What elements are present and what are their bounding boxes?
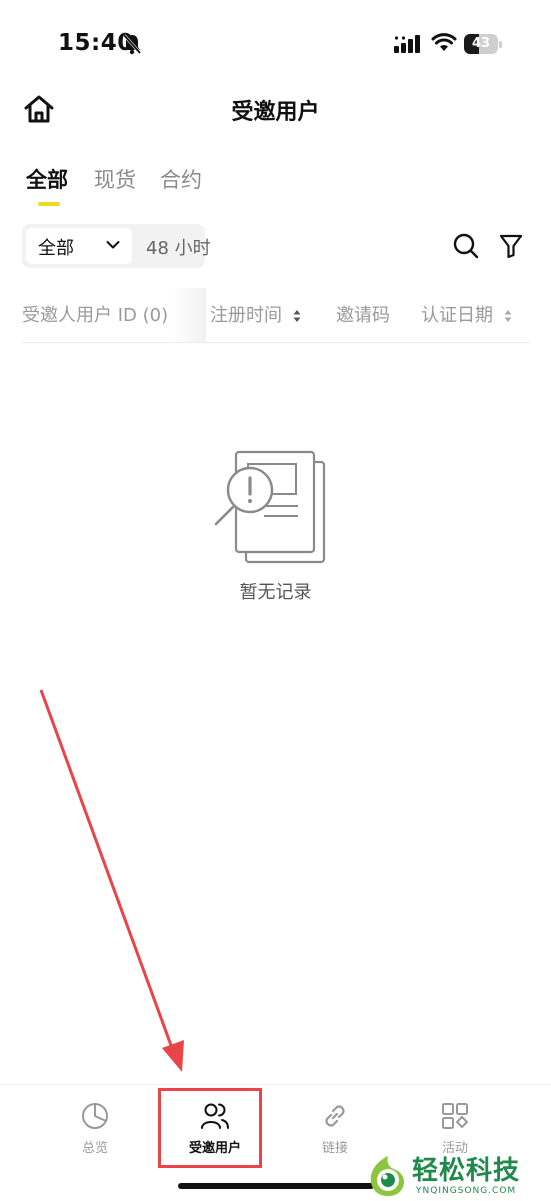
bell-off-icon	[122, 34, 142, 55]
empty-state-text: 暂无记录	[239, 582, 312, 603]
annotation-highlight-box	[158, 1088, 262, 1168]
nav-overview[interactable]: 总览	[50, 1099, 140, 1163]
col-verify-date[interactable]: 认证日期	[421, 301, 512, 327]
tab-all[interactable]: 全部	[26, 164, 68, 206]
scope-select[interactable]: 全部	[26, 228, 132, 264]
col-invitee-id: 受邀人用户 ID (0)	[22, 305, 169, 326]
empty-state: 暂无记录	[0, 430, 551, 610]
apps-icon	[442, 1103, 468, 1129]
table-header: 受邀人用户 ID (0) 注册时间 邀请码 认证日期	[22, 288, 530, 343]
tab-indicator	[38, 202, 60, 206]
tab-spot[interactable]: 现货	[94, 164, 136, 194]
watermark: 轻松科技 YNQINGSONG.COM	[366, 1150, 551, 1200]
tab-label: 合约	[160, 168, 202, 192]
battery-level: 43	[471, 36, 491, 51]
tab-label: 现货	[94, 168, 136, 192]
filter-group: 全部 48 小时	[22, 224, 211, 268]
search-icon[interactable]	[452, 232, 480, 260]
sort-icon	[293, 310, 301, 322]
watermark-logo-icon	[370, 1156, 404, 1196]
watermark-title: 轻松科技	[412, 1156, 521, 1186]
scope-select-value: 全部	[38, 238, 74, 259]
watermark-subtitle: YNQINGSONG.COM	[416, 1186, 517, 1196]
tab-label: 全部	[26, 168, 68, 192]
wifi-icon	[431, 33, 457, 51]
col-invite-code: 邀请码	[336, 305, 390, 326]
status-bar: 15:40 43	[0, 0, 551, 90]
battery-icon: 43	[464, 34, 502, 54]
page-title: 受邀用户	[231, 100, 320, 125]
nav-label: 总览	[81, 1141, 108, 1156]
nav-header: 受邀用户	[0, 82, 551, 138]
sort-icon	[504, 310, 512, 322]
pie-chart-icon	[82, 1103, 108, 1129]
col-label: 注册时间	[210, 305, 282, 326]
col-label: 认证日期	[421, 305, 493, 326]
signal-icon	[394, 35, 420, 53]
hours-filter[interactable]: 48 小时	[146, 234, 211, 260]
column-divider-shadow	[172, 288, 206, 342]
empty-document-icon	[214, 450, 326, 564]
col-register-time[interactable]: 注册时间	[210, 301, 301, 327]
filter-icon[interactable]	[498, 232, 524, 260]
tab-contract[interactable]: 合约	[160, 164, 202, 194]
home-indicator	[178, 1183, 374, 1189]
link-icon	[325, 1105, 345, 1127]
chevron-down-icon	[106, 241, 120, 249]
